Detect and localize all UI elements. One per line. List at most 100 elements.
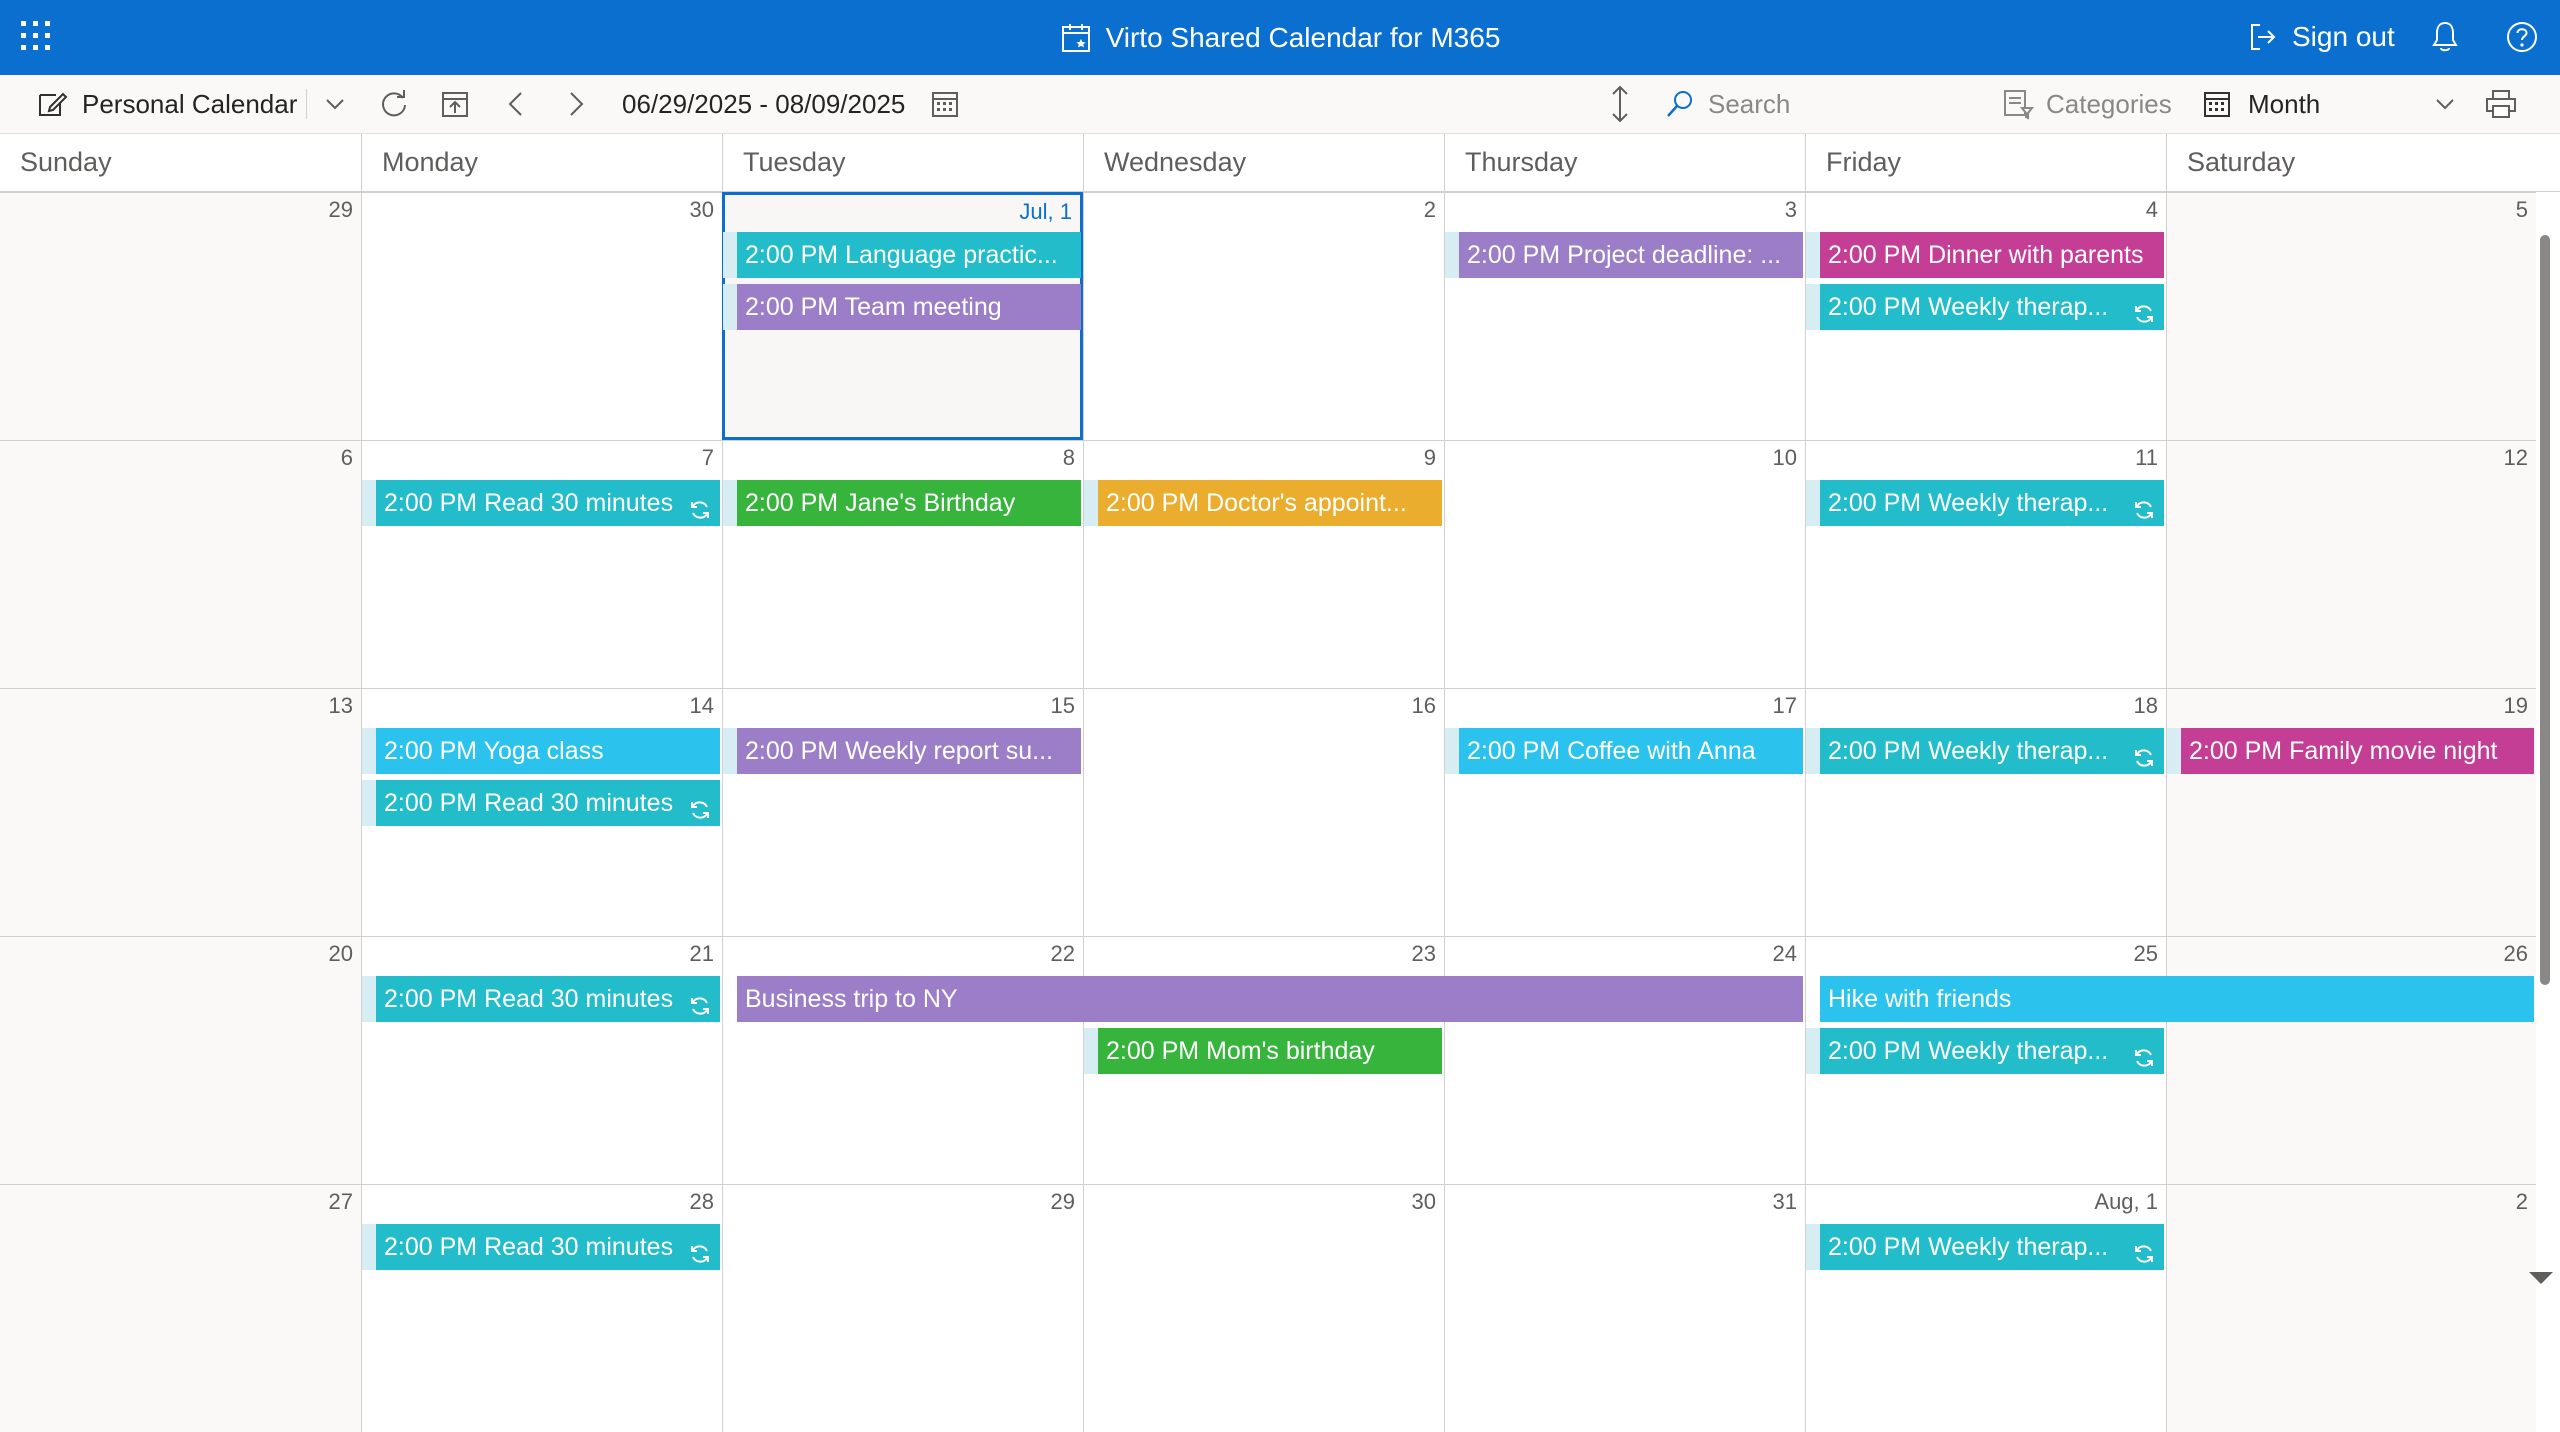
event-time: 2:00 PM [384, 489, 478, 517]
search-icon [1667, 91, 1692, 117]
day-cell[interactable]: 16 [1083, 688, 1444, 936]
calendar-event[interactable]: 2:00 PM Team meeting [737, 284, 1081, 330]
calendar-event[interactable]: 2:00 PM Mom's birthday [1098, 1028, 1442, 1074]
search-box[interactable]: Search [1664, 75, 1790, 133]
refresh-button[interactable] [378, 75, 410, 133]
view-dropdown-button[interactable] [2432, 75, 2458, 133]
day-cell[interactable]: 19 [2166, 688, 2536, 936]
day-cell[interactable]: 27 [0, 1184, 361, 1432]
calendar-event[interactable]: 2:00 PM Weekly therap... [1820, 284, 2164, 330]
view-selector[interactable]: Month [2202, 75, 2320, 133]
calendar-dropdown-button[interactable] [322, 75, 348, 133]
event-marker [1806, 1224, 1820, 1270]
day-cell[interactable]: 9 [1083, 440, 1444, 688]
event-marker [1084, 1028, 1098, 1074]
event-title: Doctor's appoint... [1206, 489, 1407, 517]
search-input[interactable]: Search [1708, 89, 1790, 120]
calendar-event[interactable]: 2:00 PM Weekly therap... [1820, 480, 2164, 526]
day-cell[interactable]: 29 [722, 1184, 1083, 1432]
day-cell[interactable]: 5 [2166, 192, 2536, 440]
sign-out-button[interactable]: Sign out [2248, 18, 2395, 56]
weekday-tuesday: Tuesday [722, 134, 1083, 191]
calendar-event[interactable]: 2:00 PM Dinner with parents [1820, 232, 2164, 278]
recurring-icon [688, 791, 712, 826]
event-title: Coffee with Anna [1567, 737, 1756, 765]
day-cell[interactable]: 13 [0, 688, 361, 936]
day-cell[interactable]: 2 [1083, 192, 1444, 440]
recurring-icon [2132, 295, 2156, 330]
day-cell[interactable]: 26 [2166, 936, 2536, 1184]
calendar-event[interactable]: Hike with friends [1820, 976, 2534, 1022]
help-icon[interactable] [2505, 20, 2539, 54]
row-height-toggle[interactable] [1608, 75, 1632, 133]
day-number: 28 [689, 1189, 714, 1214]
event-marker [723, 232, 737, 278]
day-cell[interactable]: 3 [1444, 192, 1805, 440]
day-cell[interactable]: 7 [361, 440, 722, 688]
calendar-event[interactable]: 2:00 PM Coffee with Anna [1459, 728, 1803, 774]
day-cell[interactable]: 22 [722, 936, 1083, 1184]
bell-icon[interactable] [2430, 20, 2460, 54]
categories-button[interactable]: Categories [2002, 75, 2172, 133]
day-number: Aug, 1 [2094, 1189, 2158, 1214]
recurring-icon [2132, 739, 2156, 774]
event-time: 2:00 PM [384, 737, 478, 765]
print-button[interactable] [2484, 75, 2518, 133]
event-time: 2:00 PM [384, 789, 478, 817]
calendar-event[interactable]: 2:00 PM Project deadline: ... [1459, 232, 1803, 278]
day-cell[interactable]: 17 [1444, 688, 1805, 936]
calendar-event[interactable]: 2:00 PM Read 30 minutes [376, 480, 720, 526]
day-cell[interactable]: 12 [2166, 440, 2536, 688]
event-time: 2:00 PM [1828, 1233, 1922, 1261]
chevron-down-icon [2436, 99, 2454, 110]
calendar-event[interactable]: Business trip to NY [737, 976, 1803, 1022]
day-number: 20 [328, 941, 353, 966]
go-to-today-button[interactable] [440, 75, 470, 133]
calendar-event[interactable]: 2:00 PM Jane's Birthday [737, 480, 1081, 526]
day-cell[interactable]: 21 [361, 936, 722, 1184]
toolbar: Personal Calendar 06/29/2025 - 08/09/202… [0, 75, 2560, 134]
date-range-label: 06/29/2025 - 08/09/2025 [622, 75, 905, 133]
calendar-event[interactable]: 2:00 PM Weekly therap... [1820, 1224, 2164, 1270]
calendar-event[interactable]: 2:00 PM Language practic... [737, 232, 1081, 278]
scrollbar-thumb[interactable] [2540, 235, 2550, 985]
date-picker-button[interactable] [930, 75, 960, 133]
event-time: 2:00 PM [1467, 241, 1561, 269]
app-launcher-icon[interactable] [18, 18, 54, 54]
calendar-event[interactable]: 2:00 PM Read 30 minutes [376, 1224, 720, 1270]
next-period-button[interactable] [564, 75, 588, 133]
previous-period-button[interactable] [504, 75, 528, 133]
calendar-event[interactable]: 2:00 PM Weekly therap... [1820, 1028, 2164, 1074]
event-marker [2167, 728, 2181, 774]
calendar-event[interactable]: 2:00 PM Weekly therap... [1820, 728, 2164, 774]
calendar-event[interactable]: 2:00 PM Doctor's appoint... [1098, 480, 1442, 526]
day-cell[interactable]: 30 [361, 192, 722, 440]
calendar-event[interactable]: 2:00 PM Family movie night [2181, 728, 2534, 774]
event-title: Team meeting [844, 293, 1002, 321]
day-number: 12 [2503, 445, 2528, 470]
calendar-selector[interactable]: Personal Calendar [36, 75, 297, 133]
day-cell[interactable]: 11 [1805, 440, 2166, 688]
day-cell[interactable]: 2 [2166, 1184, 2536, 1432]
event-title: Weekly therap... [1928, 1233, 2109, 1261]
day-cell[interactable]: 8 [722, 440, 1083, 688]
weekday-monday: Monday [361, 134, 722, 191]
calendar-event[interactable]: 2:00 PM Read 30 minutes [376, 780, 720, 826]
calendar-event[interactable]: 2:00 PM Weekly report su... [737, 728, 1081, 774]
calendar-event[interactable]: 2:00 PM Yoga class [376, 728, 720, 774]
day-number: 2 [2515, 1189, 2528, 1214]
event-marker [362, 780, 376, 826]
day-cell[interactable]: 10 [1444, 440, 1805, 688]
day-cell[interactable]: 18 [1805, 688, 2166, 936]
day-cell[interactable]: Aug, 1 [1805, 1184, 2166, 1432]
day-cell[interactable]: 15 [722, 688, 1083, 936]
day-cell[interactable]: 30 [1083, 1184, 1444, 1432]
day-cell[interactable]: 28 [361, 1184, 722, 1432]
day-cell[interactable]: 31 [1444, 1184, 1805, 1432]
day-cell[interactable]: 20 [0, 936, 361, 1184]
scroll-down-arrow-icon[interactable] [2526, 1268, 2556, 1288]
day-cell[interactable]: 29 [0, 192, 361, 440]
day-cell[interactable]: 6 [0, 440, 361, 688]
calendar-event[interactable]: 2:00 PM Read 30 minutes [376, 976, 720, 1022]
day-cell[interactable]: 24 [1444, 936, 1805, 1184]
